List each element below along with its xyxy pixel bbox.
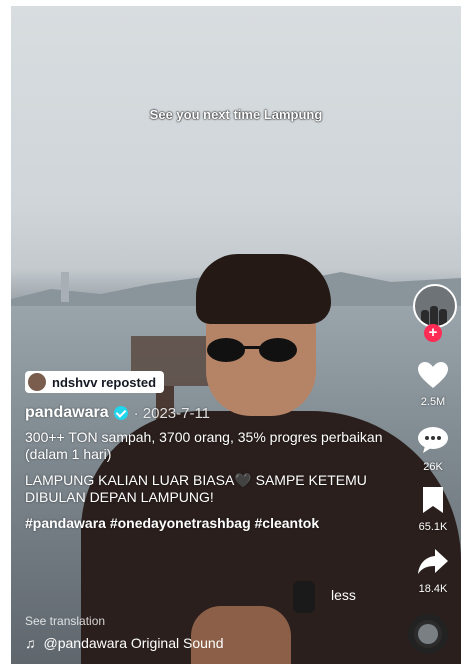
heart-icon bbox=[418, 362, 448, 388]
wristwatch bbox=[293, 581, 315, 613]
see-translation-link[interactable]: See translation bbox=[25, 614, 105, 628]
hashtags[interactable]: #pandawara #onedayonetrashbag #cleantok bbox=[25, 515, 405, 532]
post-description: 300++ TON sampah, 3700 orang, 35% progre… bbox=[25, 429, 405, 532]
description-line-1: 300++ TON sampah, 3700 orang, 35% progre… bbox=[25, 429, 383, 462]
video-caption: See you next time Lampung bbox=[149, 107, 323, 122]
share-button[interactable]: 18.4K bbox=[409, 548, 457, 595]
sound-row[interactable]: ♫ @pandawara Original Sound bbox=[25, 635, 224, 651]
sound-label: @pandawara Original Sound bbox=[43, 635, 224, 651]
comment-count: 26K bbox=[423, 461, 443, 473]
post-info: ndshvv reposted pandawara · 2023-7-11 30… bbox=[25, 371, 405, 532]
repost-label: ndshvv reposted bbox=[52, 374, 157, 390]
comment-icon bbox=[418, 427, 448, 453]
sunglasses bbox=[207, 338, 297, 362]
like-count: 2.5M bbox=[420, 396, 446, 408]
sound-disc-cover bbox=[418, 624, 438, 644]
music-note-icon: ♫ bbox=[25, 635, 36, 651]
video-player[interactable]: See you next time Lampung ndshvv reposte… bbox=[11, 6, 461, 664]
author-row: pandawara · 2023-7-11 bbox=[25, 404, 405, 422]
post-date: · 2023-7-11 bbox=[133, 404, 211, 422]
repost-badge[interactable]: ndshvv reposted bbox=[25, 371, 165, 393]
bookmark-icon bbox=[423, 487, 443, 513]
plus-icon[interactable]: + bbox=[424, 324, 442, 342]
reposter-avatar bbox=[28, 373, 46, 391]
share-count: 18.4K bbox=[418, 583, 448, 595]
save-count: 65.1K bbox=[418, 521, 448, 533]
comment-button[interactable]: 26K bbox=[409, 426, 457, 473]
description-line-2: LAMPUNG KALIAN LUAR BIASA🖤 SAMPE KETEMU … bbox=[25, 472, 367, 505]
share-arrow-icon bbox=[418, 549, 448, 574]
creator-avatar[interactable] bbox=[413, 284, 457, 328]
author-name[interactable]: pandawara bbox=[25, 404, 109, 422]
verified-icon bbox=[113, 406, 128, 420]
less-button[interactable]: less bbox=[331, 587, 356, 603]
sound-disc[interactable] bbox=[408, 614, 448, 654]
action-sidebar: + 2.5M 26K 65.1K 18.4K bbox=[409, 6, 457, 664]
person-hair bbox=[196, 254, 331, 324]
bookmark-button[interactable]: 65.1K bbox=[409, 486, 457, 533]
like-button[interactable]: 2.5M bbox=[409, 361, 457, 408]
